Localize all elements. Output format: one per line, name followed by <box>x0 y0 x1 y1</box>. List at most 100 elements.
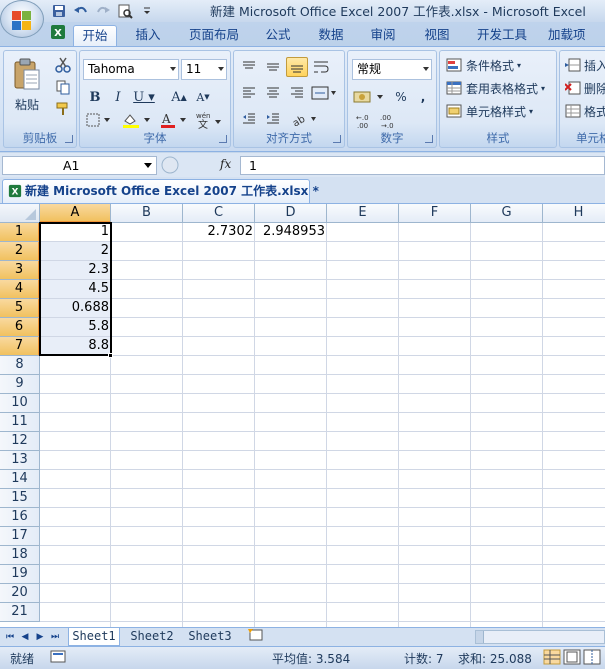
column-header-g[interactable]: G <box>471 204 543 223</box>
sheet-tab-sheet1[interactable]: Sheet1 <box>68 628 120 646</box>
row-header-14[interactable]: 14 <box>0 470 40 489</box>
formula-input[interactable]: 1 <box>240 156 605 175</box>
name-box[interactable]: A1 <box>2 156 157 175</box>
italic-button[interactable]: I <box>107 87 129 107</box>
sheet-tab-sheet3[interactable]: Sheet3 <box>184 628 236 646</box>
align-right-icon[interactable] <box>286 83 308 103</box>
insert-cells-button[interactable]: 插入 <box>565 56 605 74</box>
spreadsheet-grid[interactable]: ABCDEFGH 1 2 3 4 5 6 7 8 9 10 11 12 13 14 15 16 17 18 19 20… <box>0 204 605 627</box>
first-sheet-icon[interactable]: ⏮ <box>5 632 15 642</box>
cell-styles-button[interactable]: 单元格样式 ▾ <box>446 102 533 120</box>
column-header-e[interactable]: E <box>327 204 399 223</box>
column-header-b[interactable]: B <box>111 204 183 223</box>
borders-button[interactable] <box>84 110 114 130</box>
tab-page-layout[interactable]: 页面布局 <box>183 25 245 47</box>
tab-formulas[interactable]: 公式 <box>258 25 298 47</box>
tab-insert[interactable]: 插入 <box>128 25 168 47</box>
row-header-2[interactable]: 2 <box>0 242 40 261</box>
row-header-21[interactable]: 21 <box>0 603 40 622</box>
cell-c1[interactable]: 2.7302 <box>183 223 255 241</box>
top-align-icon[interactable] <box>238 57 260 77</box>
column-header-a[interactable]: A <box>40 204 111 223</box>
column-header-h[interactable]: H <box>543 204 605 223</box>
select-all-corner[interactable] <box>0 204 40 223</box>
column-header-d[interactable]: D <box>255 204 327 223</box>
percent-button[interactable]: % <box>390 87 412 107</box>
format-as-table-button[interactable]: 套用表格格式 ▾ <box>446 79 545 97</box>
decrease-indent-icon[interactable] <box>238 109 260 129</box>
row-header-12[interactable]: 12 <box>0 432 40 451</box>
normal-view-icon[interactable] <box>543 649 561 668</box>
column-header-f[interactable]: F <box>399 204 471 223</box>
excel-icon[interactable]: X <box>50 24 66 40</box>
last-sheet-icon[interactable]: ⏭ <box>50 632 60 642</box>
alignment-launcher-icon[interactable] <box>333 135 341 143</box>
font-launcher-icon[interactable] <box>219 135 227 143</box>
page-break-view-icon[interactable] <box>583 649 601 668</box>
comma-button[interactable]: , <box>412 87 434 107</box>
number-launcher-icon[interactable] <box>425 135 433 143</box>
row-header-1[interactable]: 1 <box>0 223 40 242</box>
split-box[interactable] <box>476 631 484 643</box>
tab-home[interactable]: 开始 <box>73 25 117 47</box>
decrease-decimal-icon[interactable]: .00 →.0 <box>378 111 400 131</box>
wrap-text-icon[interactable] <box>310 57 332 77</box>
merge-center-icon[interactable] <box>310 83 338 103</box>
bottom-align-icon[interactable] <box>286 57 308 77</box>
row-header-15[interactable]: 15 <box>0 489 40 508</box>
undo-icon[interactable] <box>72 3 90 19</box>
delete-cells-button[interactable]: 删除 <box>565 79 605 97</box>
row-header-3[interactable]: 3 <box>0 261 40 280</box>
fill-color-button[interactable] <box>120 110 154 130</box>
row-header-4[interactable]: 4 <box>0 280 40 299</box>
copy-icon[interactable] <box>52 77 74 97</box>
phonetic-guide-button[interactable]: wén 文 <box>194 110 224 130</box>
tab-view[interactable]: 视图 <box>417 25 457 47</box>
horizontal-scrollbar[interactable] <box>475 630 605 644</box>
tab-developer[interactable]: 开发工具 <box>470 25 534 47</box>
font-name-select[interactable]: Tahoma <box>83 59 179 80</box>
format-painter-icon[interactable] <box>52 99 74 119</box>
column-header-c[interactable]: C <box>183 204 255 223</box>
font-size-select[interactable]: 11 <box>181 59 227 80</box>
expand-handle-icon[interactable] <box>160 156 180 175</box>
redo-icon[interactable] <box>94 3 112 19</box>
save-icon[interactable] <box>50 3 68 19</box>
conditional-formatting-button[interactable]: 条件格式 ▾ <box>446 56 521 74</box>
row-header-7[interactable]: 7 <box>0 337 40 356</box>
insert-sheet-icon[interactable] <box>244 628 268 646</box>
customize-qat-icon[interactable] <box>138 3 156 19</box>
row-header-10[interactable]: 10 <box>0 394 40 413</box>
increase-decimal-icon[interactable]: ←.0.00 <box>354 111 376 131</box>
align-left-icon[interactable] <box>238 83 260 103</box>
clipboard-launcher-icon[interactable] <box>65 135 73 143</box>
fill-handle[interactable] <box>108 353 113 358</box>
workbook-tab[interactable]: X 新建 Microsoft Office Excel 2007 工作表.xls… <box>2 179 319 203</box>
row-header-11[interactable]: 11 <box>0 413 40 432</box>
shrink-font-button[interactable]: A ▼ <box>192 87 214 107</box>
print-preview-icon[interactable] <box>116 3 134 19</box>
increase-indent-icon[interactable] <box>262 109 284 129</box>
font-color-button[interactable]: A <box>158 110 190 130</box>
paste-button[interactable]: 粘贴 <box>8 55 46 115</box>
row-header-13[interactable]: 13 <box>0 451 40 470</box>
format-cells-button[interactable]: 格式 <box>565 102 605 120</box>
row-header-8[interactable]: 8 <box>0 356 40 375</box>
row-header-18[interactable]: 18 <box>0 546 40 565</box>
office-button[interactable] <box>0 0 44 38</box>
prev-sheet-icon[interactable]: ◀ <box>20 632 30 642</box>
underline-button[interactable]: U ▾ <box>130 87 158 107</box>
grow-font-button[interactable]: A ▲ <box>168 87 190 107</box>
cut-icon[interactable] <box>52 55 74 75</box>
row-header-20[interactable]: 20 <box>0 584 40 603</box>
row-header-9[interactable]: 9 <box>0 375 40 394</box>
page-layout-view-icon[interactable] <box>563 649 581 668</box>
tab-addins[interactable]: 加载项 <box>548 25 605 47</box>
row-header-16[interactable]: 16 <box>0 508 40 527</box>
cell-d1[interactable]: 2.948953 <box>255 223 327 241</box>
row-header-19[interactable]: 19 <box>0 565 40 584</box>
align-center-icon[interactable] <box>262 83 284 103</box>
sheet-tab-sheet2[interactable]: Sheet2 <box>126 628 178 646</box>
macro-record-icon[interactable] <box>50 649 66 668</box>
accounting-format-button[interactable] <box>352 87 386 107</box>
